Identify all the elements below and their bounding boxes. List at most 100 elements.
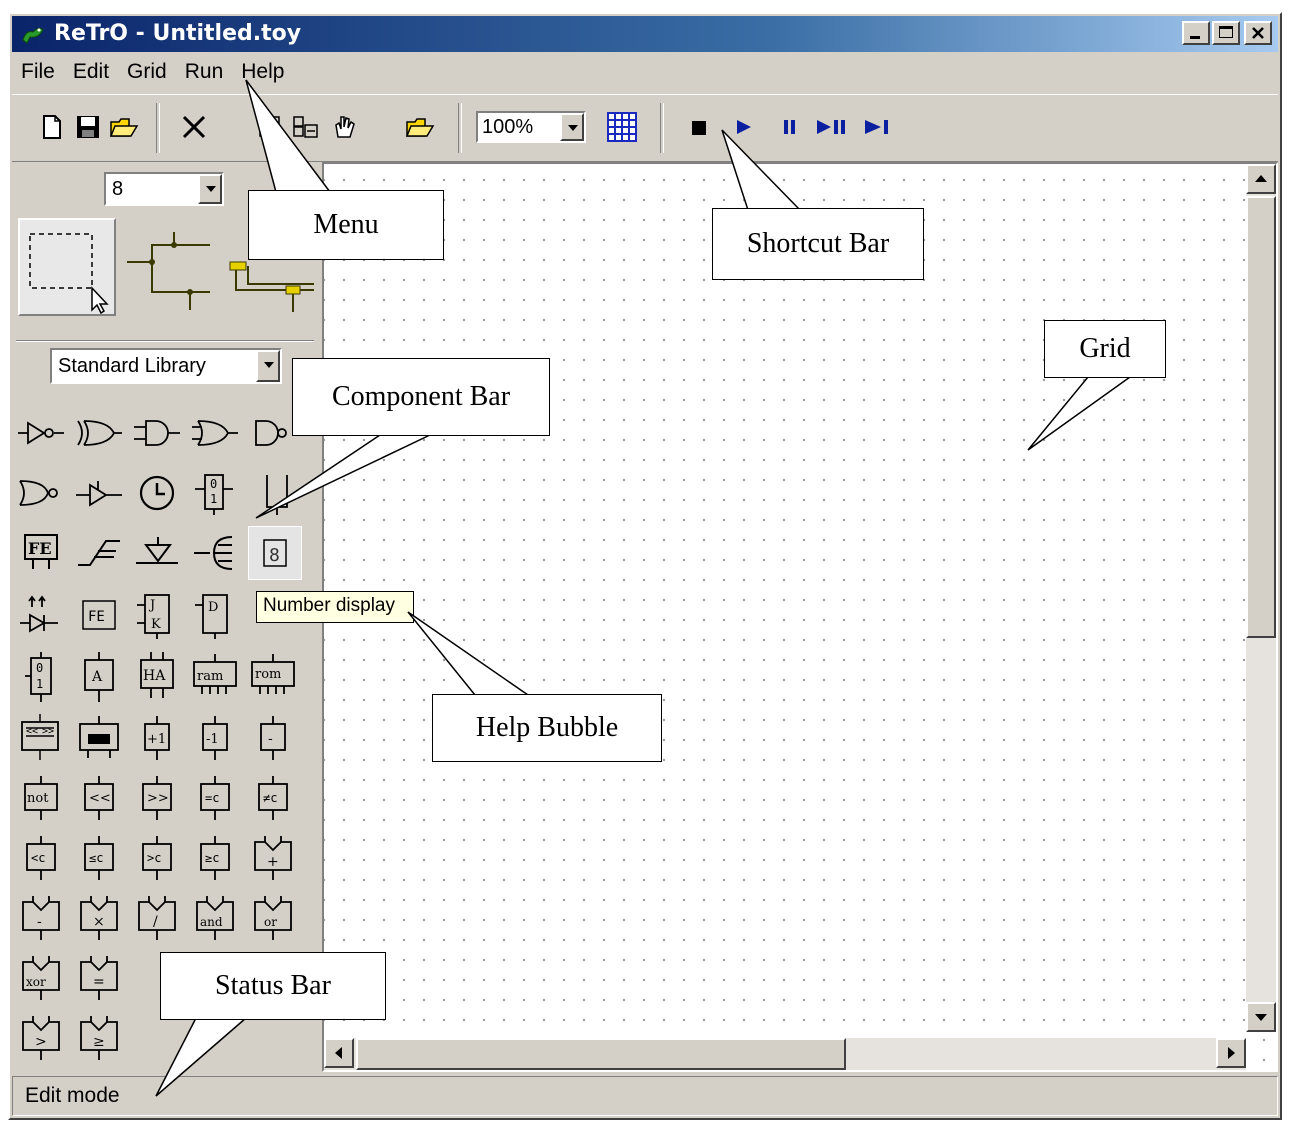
net-size-value: 8 (112, 178, 124, 200)
horizontal-scroll-thumb[interactable] (356, 1038, 846, 1070)
bus-tool-icon[interactable] (222, 258, 314, 324)
subtract-component[interactable]: - (16, 894, 66, 944)
select-tool-button[interactable] (18, 218, 116, 316)
less-const-component[interactable]: <c (16, 834, 66, 884)
zoom-select[interactable]: 100% (476, 111, 586, 143)
chevron-down-icon[interactable] (256, 350, 280, 382)
register-zero-text: 0 (36, 661, 43, 675)
open-button[interactable] (106, 109, 142, 145)
tristate-component[interactable] (132, 528, 182, 578)
number-display-component[interactable]: 8 (248, 526, 302, 580)
fe-small-component[interactable]: FE (74, 590, 124, 640)
scroll-left-button[interactable] (324, 1038, 354, 1068)
decrement-component[interactable]: -1 (190, 714, 240, 764)
chevron-right-icon (1228, 1047, 1235, 1059)
horizontal-scrollbar[interactable] (324, 1038, 1246, 1070)
ram-component[interactable]: ram (190, 652, 240, 702)
buffer-component[interactable] (74, 468, 124, 518)
menu-file[interactable]: File (12, 60, 64, 84)
greater-block-component[interactable]: > (16, 1014, 66, 1064)
multiply-component[interactable]: × (74, 894, 124, 944)
d-flipflop-component[interactable]: D (190, 590, 240, 640)
half-adder-component[interactable]: HA (132, 652, 182, 702)
play-button[interactable] (726, 109, 762, 145)
grid-toggle-button[interactable] (604, 109, 640, 145)
nor-gate-component[interactable] (16, 468, 66, 518)
pause-button[interactable] (772, 109, 808, 145)
wire-tool-icon[interactable] (122, 220, 210, 316)
net-size-select[interactable]: 8 (104, 172, 224, 206)
scroll-down-button[interactable] (1246, 1002, 1276, 1032)
paste-button[interactable] (288, 109, 324, 145)
scroll-right-button[interactable] (1216, 1038, 1246, 1068)
greater-equal-block-component[interactable]: ≥ (74, 1014, 124, 1064)
new-file-button[interactable] (34, 109, 70, 145)
shift-register-component[interactable]: << >> (16, 714, 66, 764)
ramp-component[interactable] (74, 528, 124, 578)
menu-grid[interactable]: Grid (118, 60, 176, 84)
not-equal-const-component[interactable]: ≠c (248, 774, 298, 824)
delete-button[interactable] (176, 109, 212, 145)
chevron-down-icon (1255, 1014, 1267, 1021)
and-gate-component[interactable] (132, 408, 182, 458)
nand-gate-component[interactable] (248, 408, 298, 458)
stop-button[interactable] (682, 109, 718, 145)
fe-component[interactable]: FE (16, 528, 66, 578)
or-block-component[interactable]: or (248, 894, 298, 944)
increment-component[interactable]: +1 (132, 714, 182, 764)
register-component[interactable]: 01 (16, 652, 66, 702)
add-component[interactable]: + (248, 834, 298, 884)
switch-component[interactable]: 0 1 (190, 468, 240, 518)
greater-const-component[interactable]: >c (132, 834, 182, 884)
mux-component[interactable] (74, 714, 124, 764)
play-pause-button[interactable] (814, 109, 850, 145)
equal-block-component[interactable]: = (74, 954, 124, 1004)
less-equal-const-component[interactable]: ≤c (74, 834, 124, 884)
open-folder-button[interactable] (402, 109, 438, 145)
probe-component[interactable] (248, 468, 298, 518)
circuit-grid[interactable] (322, 162, 1278, 1072)
menu-run[interactable]: Run (176, 60, 233, 84)
title-bar[interactable]: ReTrO - Untitled.toy (12, 16, 1278, 52)
vertical-scrollbar[interactable] (1246, 164, 1276, 1032)
library-select[interactable]: Standard Library (50, 348, 282, 384)
negate-component[interactable]: - (248, 714, 298, 764)
clock-component[interactable] (132, 468, 182, 518)
jk-flipflop-component[interactable]: JK (132, 590, 182, 640)
divide-text: / (153, 914, 158, 930)
save-button[interactable] (70, 109, 106, 145)
minimize-button[interactable] (1182, 21, 1210, 45)
menu-help[interactable]: Help (232, 60, 293, 84)
not-gate-component[interactable] (16, 408, 66, 458)
decrement-icon: -1 (202, 716, 228, 760)
copy-button[interactable] (252, 109, 288, 145)
shift-left-component[interactable]: << (74, 774, 124, 824)
rom-component[interactable]: rom (248, 652, 298, 702)
chevron-down-icon[interactable] (198, 174, 222, 204)
step-button[interactable] (860, 109, 896, 145)
zoom-value: 100% (482, 116, 534, 138)
vertical-scroll-thumb[interactable] (1246, 196, 1276, 638)
switch-icon: 0 1 (195, 474, 233, 515)
maximize-button[interactable] (1212, 21, 1240, 45)
clear-button[interactable] (326, 109, 362, 145)
xor-gate-component[interactable] (74, 408, 124, 458)
close-button[interactable] (1244, 21, 1272, 45)
menu-edit[interactable]: Edit (64, 60, 118, 84)
chevron-down-icon[interactable] (560, 113, 584, 141)
xor-block-component[interactable]: xor (16, 954, 66, 1004)
menu-callout-text: Menu (313, 209, 379, 240)
or-gate-component[interactable] (190, 408, 240, 458)
adder-component[interactable]: A (74, 652, 124, 702)
splitter-component[interactable] (190, 528, 240, 578)
window-title: ReTrO - Untitled.toy (54, 21, 302, 46)
greater-equal-const-component[interactable]: ≥c (190, 834, 240, 884)
not-block-component[interactable]: not (16, 774, 66, 824)
shift-right-component[interactable]: >> (132, 774, 182, 824)
scroll-up-button[interactable] (1246, 164, 1276, 194)
greater-const-text: >c (147, 851, 161, 865)
and-block-component[interactable]: and (190, 894, 240, 944)
equal-const-component[interactable]: =c (190, 774, 240, 824)
diode-component[interactable] (16, 590, 66, 640)
divide-component[interactable]: / (132, 894, 182, 944)
